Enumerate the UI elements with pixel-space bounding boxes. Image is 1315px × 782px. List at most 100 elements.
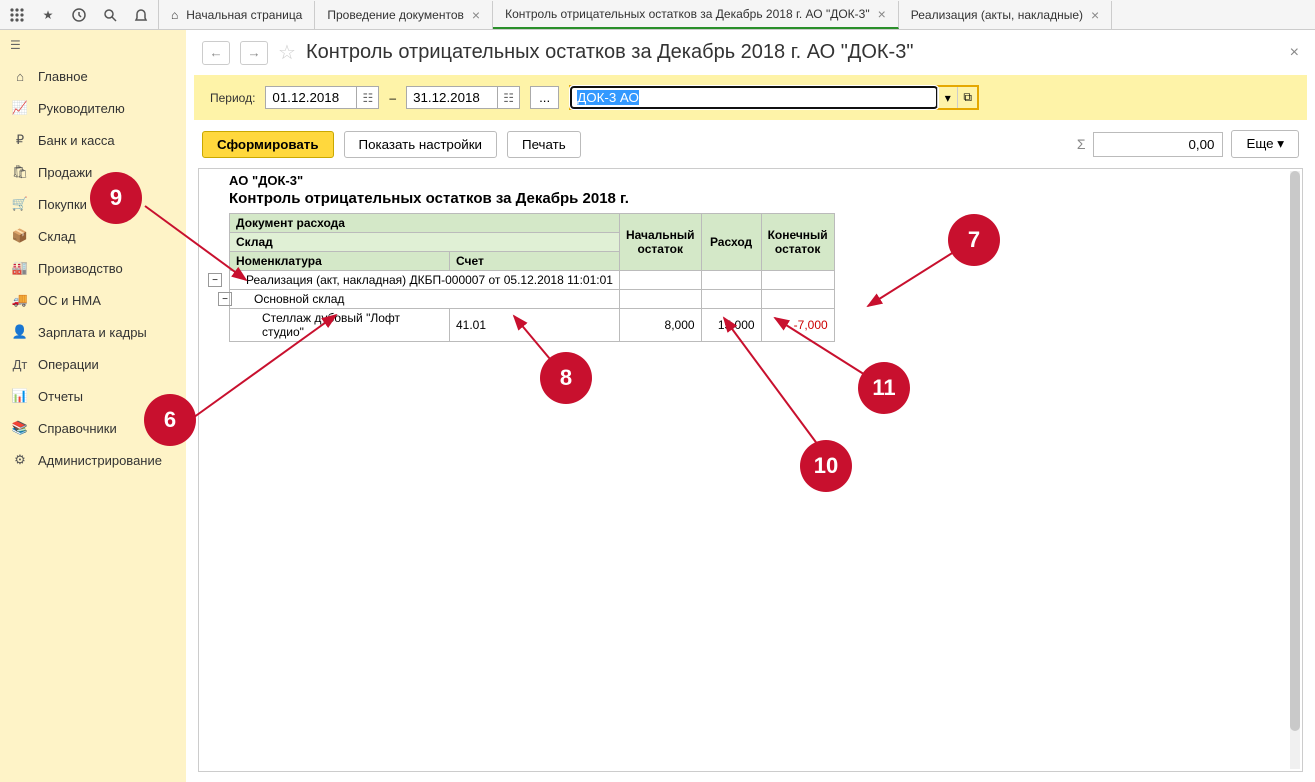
chart-icon: 📈 — [12, 100, 28, 116]
col-sklad: Склад — [230, 233, 620, 252]
bell-icon[interactable] — [126, 1, 156, 29]
top-toolbar: ★ ⌂ Начальная страница Проведение докуме… — [0, 0, 1315, 30]
annotation-9: 9 — [90, 172, 142, 224]
menu-icon[interactable]: ☰ — [0, 30, 186, 60]
report-table: Документ расхода Начальный остаток Расхо… — [229, 213, 835, 342]
row-doc[interactable]: − Реализация (акт, накладная) ДКБП-00000… — [230, 271, 620, 290]
sidebar-label: Продажи — [38, 165, 92, 180]
col-begin: Начальный остаток — [620, 214, 702, 271]
calendar-icon[interactable]: ☷ — [497, 87, 519, 108]
gear-icon: ⚙ — [12, 452, 28, 468]
popup-icon[interactable]: ⧉ — [957, 87, 977, 108]
row-begin: 8,000 — [620, 309, 702, 342]
close-icon[interactable]: × — [1290, 44, 1299, 62]
sidebar-label: ОС и НМА — [38, 293, 101, 308]
period-label: Период: — [210, 91, 255, 105]
row-exp: 15,000 — [701, 309, 761, 342]
scrollbar[interactable] — [1290, 171, 1300, 769]
book-icon: 📚 — [12, 420, 28, 436]
sidebar-label: Операции — [38, 357, 99, 372]
sidebar-item-gear[interactable]: ⚙Администрирование — [0, 444, 186, 476]
home-icon: ⌂ — [171, 8, 178, 22]
ruble-icon: ₽ — [12, 132, 28, 148]
row-account: 41.01 — [450, 309, 620, 342]
main: ← → ☆ Контроль отрицательных остатков за… — [186, 30, 1315, 782]
expand-icon[interactable]: − — [218, 292, 232, 306]
sidebar-label: Банк и касса — [38, 133, 115, 148]
calendar-icon[interactable]: ☷ — [356, 87, 378, 108]
tab-2[interactable]: Контроль отрицательных остатков за Декаб… — [493, 1, 899, 29]
page-header: ← → ☆ Контроль отрицательных остатков за… — [186, 30, 1315, 75]
history-icon[interactable] — [64, 1, 94, 29]
sidebar-label: Отчеты — [38, 389, 83, 404]
sidebar-item-ops[interactable]: Дт Операции — [0, 348, 186, 380]
tab-3[interactable]: Реализация (акты, накладные) × — [899, 1, 1112, 29]
apps-icon[interactable] — [2, 1, 32, 29]
row-sklad[interactable]: − Основной склад — [230, 290, 620, 309]
date-from-wrap: ☷ — [265, 86, 379, 109]
tab-label: Реализация (акты, накладные) — [911, 8, 1083, 22]
dash: – — [389, 91, 396, 105]
tab-home[interactable]: ⌂ Начальная страница — [159, 1, 315, 29]
more-button[interactable]: Еще ▾ — [1231, 130, 1299, 158]
search-icon[interactable] — [95, 1, 125, 29]
action-bar: Сформировать Показать настройки Печать Σ… — [186, 120, 1315, 168]
col-acc: Счет — [450, 252, 620, 271]
favorite-icon[interactable]: ☆ — [278, 40, 296, 65]
sidebar-item-box[interactable]: 📦 Склад — [0, 220, 186, 252]
tab-label: Проведение документов — [327, 8, 464, 22]
sidebar-label: Склад — [38, 229, 76, 244]
back-button[interactable]: ← — [202, 41, 230, 65]
sidebar-item-ruble[interactable]: ₽ Банк и касса — [0, 124, 186, 156]
filter-bar: Период: ☷ – ☷ ... ▾ ⧉ — [194, 75, 1307, 120]
sidebar-item-truck[interactable]: 🚚 ОС и НМА — [0, 284, 186, 316]
cart-icon: 🛒 — [12, 196, 28, 212]
factory-icon: 🏭 — [12, 260, 28, 276]
bars-icon: 📊 — [12, 388, 28, 404]
print-button[interactable]: Печать — [507, 131, 581, 158]
report-org: АО "ДОК-3" — [229, 173, 1272, 188]
sidebar-label: Покупки — [38, 197, 87, 212]
page-title: Контроль отрицательных остатков за Декаб… — [306, 41, 914, 64]
row-item[interactable]: Стеллаж дубовый "Лофт студио" — [230, 309, 450, 342]
date-from-input[interactable] — [266, 87, 356, 108]
close-icon[interactable]: × — [472, 7, 480, 23]
settings-button[interactable]: Показать настройки — [344, 131, 497, 158]
sidebar-label: Справочники — [38, 421, 117, 436]
col-nom: Номенклатура — [230, 252, 450, 271]
box-icon: 📦 — [12, 228, 28, 244]
home-icon: ⌂ — [12, 68, 28, 84]
date-to-input[interactable] — [407, 87, 497, 108]
star-icon[interactable]: ★ — [33, 1, 63, 29]
ops-icon: Дт — [12, 356, 28, 372]
sidebar-item-chart[interactable]: 📈 Руководителю — [0, 92, 186, 124]
annotation-8: 8 — [540, 352, 592, 404]
org-input[interactable] — [571, 87, 937, 108]
annotation-6: 6 — [144, 394, 196, 446]
form-button[interactable]: Сформировать — [202, 131, 334, 158]
report-area: АО "ДОК-3" Контроль отрицательных остатк… — [198, 168, 1303, 772]
sidebar-item-home[interactable]: ⌂Главное — [0, 60, 186, 92]
tab-label: Контроль отрицательных остатков за Декаб… — [505, 7, 870, 21]
dropdown-icon[interactable]: ▾ — [937, 87, 957, 108]
col-exp: Расход — [701, 214, 761, 271]
truck-icon: 🚚 — [12, 292, 28, 308]
annotation-7: 7 — [948, 214, 1000, 266]
sidebar-item-person[interactable]: 👤Зарплата и кадры — [0, 316, 186, 348]
col-doc: Документ расхода — [230, 214, 620, 233]
tab-label: Начальная страница — [186, 8, 302, 22]
sum-input[interactable] — [1093, 132, 1223, 157]
org-select: ▾ ⧉ — [569, 85, 979, 110]
annotation-11: 11 — [858, 362, 910, 414]
sidebar-label: Руководителю — [38, 101, 125, 116]
period-picker-button[interactable]: ... — [530, 86, 559, 109]
close-icon[interactable]: × — [1091, 7, 1099, 23]
forward-button[interactable]: → — [240, 41, 268, 65]
annotation-10: 10 — [800, 440, 852, 492]
sidebar-item-factory[interactable]: 🏭 Производство — [0, 252, 186, 284]
tab-1[interactable]: Проведение документов × — [315, 1, 493, 29]
expand-icon[interactable]: − — [208, 273, 222, 287]
close-icon[interactable]: × — [878, 6, 886, 22]
bag-icon: 🛍 — [12, 164, 28, 180]
sidebar-label: Производство — [38, 261, 123, 276]
